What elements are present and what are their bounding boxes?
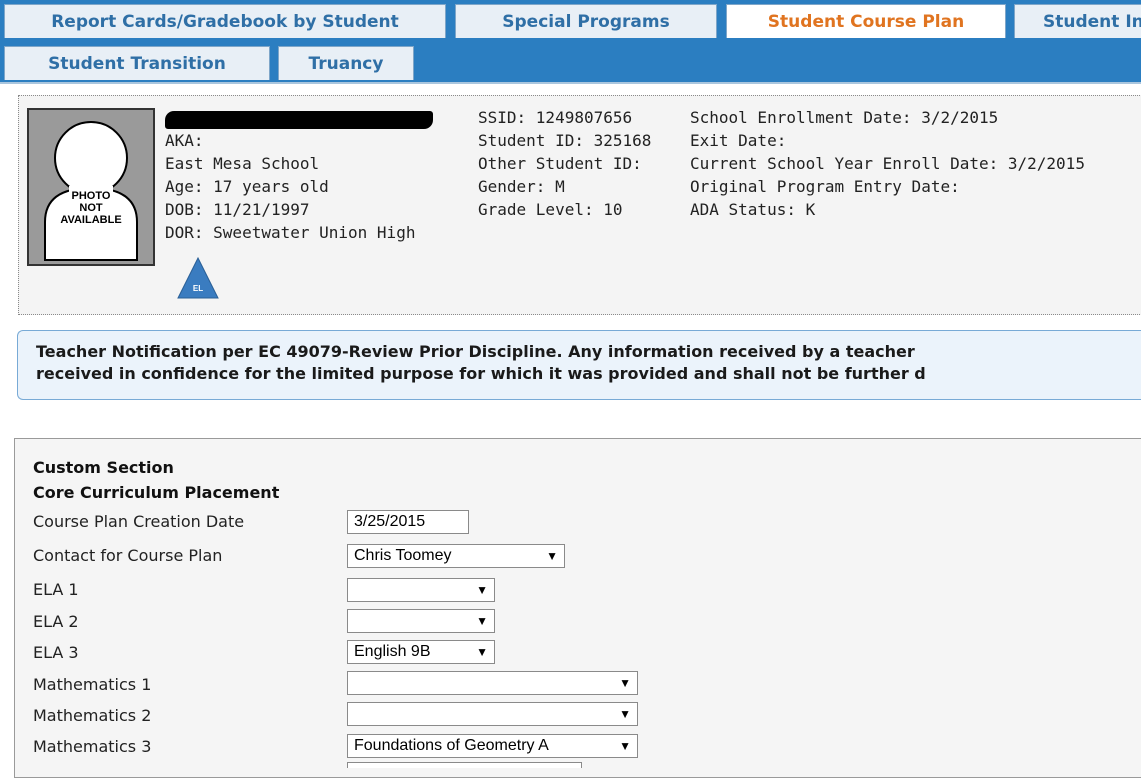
label-contact-for-course-plan: Contact for Course Plan: [33, 546, 223, 565]
ela-1-select[interactable]: ▼: [347, 578, 495, 602]
dropdown-arrow-icon: ▼: [619, 676, 631, 690]
el-badge-label: EL: [193, 284, 203, 293]
label-mathematics-2: Mathematics 2: [33, 706, 152, 725]
label-ela-3: ELA 3: [33, 643, 79, 662]
dropdown-arrow-icon: ▼: [619, 707, 631, 721]
dropdown-arrow-icon: ▼: [619, 739, 631, 753]
student-other-id: Other Student ID:: [478, 154, 642, 173]
tab-report-cards-gradebook[interactable]: Report Cards/Gradebook by Student: [4, 4, 446, 38]
el-program-badge-icon[interactable]: EL: [176, 256, 220, 300]
tab-bar: Report Cards/Gradebook by Student Specia…: [0, 0, 1141, 82]
notification-line-1: Teacher Notification per EC 49079-Review…: [36, 342, 915, 361]
dropdown-arrow-icon: ▼: [476, 645, 488, 659]
mathematics-3-select[interactable]: Foundations of Geometry A ▼: [347, 734, 638, 758]
student-id: Student ID: 325168: [478, 131, 652, 150]
next-field-partial[interactable]: [347, 762, 582, 768]
school-enrollment-date: School Enrollment Date: 3/2/2015: [690, 108, 999, 127]
label-mathematics-1: Mathematics 1: [33, 675, 152, 694]
original-program-entry-date: Original Program Entry Date:: [690, 177, 960, 196]
section-title: Custom Section: [33, 458, 174, 477]
student-dob: DOB: 11/21/1997: [165, 200, 310, 219]
redacted-student-name: [165, 111, 433, 129]
tab-student-transition[interactable]: Student Transition: [4, 46, 270, 80]
dropdown-arrow-icon: ▼: [476, 583, 488, 597]
mathematics-1-select[interactable]: ▼: [347, 671, 638, 695]
current-year-enroll-date: Current School Year Enroll Date: 3/2/201…: [690, 154, 1085, 173]
dropdown-arrow-icon: ▼: [546, 549, 558, 563]
student-ssid: SSID: 1249807656: [478, 108, 633, 127]
mathematics-3-selected-value: Foundations of Geometry A: [354, 737, 549, 754]
ada-status: ADA Status: K: [690, 200, 816, 219]
student-aka: AKA:: [165, 131, 204, 150]
label-course-plan-creation-date: Course Plan Creation Date: [33, 512, 245, 531]
student-dor: DOR: Sweetwater Union High: [165, 223, 416, 242]
label-ela-1: ELA 1: [33, 580, 79, 599]
student-photo-placeholder: PHOTO NOT AVAILABLE: [27, 108, 155, 266]
student-gender: Gender: M: [478, 177, 565, 196]
label-ela-2: ELA 2: [33, 612, 79, 631]
course-plan-creation-date-input[interactable]: 3/25/2015: [347, 510, 469, 534]
photo-not-available-text: PHOTO NOT AVAILABLE: [60, 190, 122, 226]
notification-line-2: received in confidence for the limited p…: [36, 364, 926, 383]
person-silhouette-icon: [44, 121, 138, 261]
mathematics-2-select[interactable]: ▼: [347, 702, 638, 726]
ela-3-select[interactable]: English 9B ▼: [347, 640, 495, 664]
ela-3-selected-value: English 9B: [354, 643, 431, 660]
student-age: Age: 17 years old: [165, 177, 329, 196]
tab-student-course-plan[interactable]: Student Course Plan: [726, 4, 1006, 38]
student-grade-level: Grade Level: 10: [478, 200, 623, 219]
contact-selected-value: Chris Toomey: [354, 547, 452, 564]
tab-special-programs[interactable]: Special Programs: [455, 4, 717, 38]
student-school: East Mesa School: [165, 154, 320, 173]
ela-2-select[interactable]: ▼: [347, 609, 495, 633]
tab-student-info[interactable]: Student In: [1014, 4, 1141, 38]
tab-bar-divider: [0, 82, 1141, 84]
label-mathematics-3: Mathematics 3: [33, 737, 152, 756]
section-subtitle: Core Curriculum Placement: [33, 483, 280, 502]
dropdown-arrow-icon: ▼: [476, 614, 488, 628]
contact-for-course-plan-select[interactable]: Chris Toomey ▼: [347, 544, 565, 568]
teacher-notification-banner: Teacher Notification per EC 49079-Review…: [17, 330, 1141, 400]
exit-date: Exit Date:: [690, 131, 787, 150]
tab-truancy[interactable]: Truancy: [278, 46, 414, 80]
